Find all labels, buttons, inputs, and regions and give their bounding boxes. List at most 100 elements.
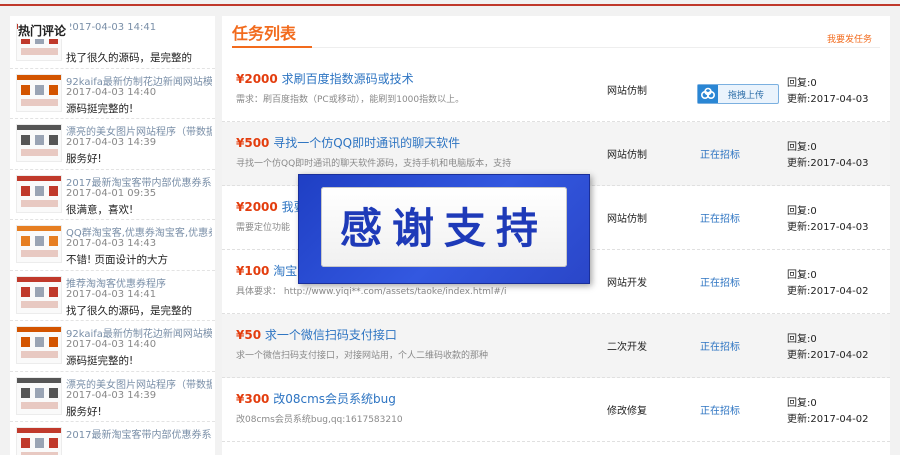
task-row: ¥50 求一个微信扫码支付接口 求一个微信扫码支付接口，对接网站用，个人二维码收款… (222, 314, 890, 378)
comment-text: 很满意，喜欢! (66, 203, 134, 216)
task-description: 具体要求： http://www.yiqi**.com/assets/taoke… (236, 287, 507, 297)
publish-task-link[interactable]: 我要发任务 (827, 32, 872, 45)
task-headline: ¥300 改08cms会员系统bug (236, 390, 396, 407)
comment-source-title[interactable]: 漂亮的美女图片网站程序（带数据 (66, 123, 212, 138)
task-description: 需求：刷百度指数（PC或移动），能刷到1000指数以上。 (236, 95, 465, 105)
comment-text: 不错! 页面设计的大方 (66, 254, 169, 266)
title-divider (312, 47, 880, 48)
task-title-link[interactable]: 求一个微信扫码支付接口 (265, 328, 397, 342)
thanks-banner: 感谢支持 (298, 174, 590, 284)
page-title: 任务列表 (232, 24, 297, 43)
comment-source-title[interactable]: 2017-04-03 14:41 (66, 22, 212, 33)
task-title-link[interactable]: 淘宝 (273, 264, 297, 278)
hot-comments-sidebar: 2017-04-03 14:41 找了很久的源码，是完整的 92kaifa最新仿制花… (10, 16, 215, 455)
task-category: 网站仿制 (607, 214, 647, 225)
task-title-link[interactable]: 寻找一个仿QQ即时通讯的聊天软件 (273, 136, 460, 150)
task-updated: 更新:2017-04-03 (787, 94, 869, 105)
task-description: 需要定位功能 (236, 223, 291, 233)
task-row: ¥300 改08cms会员系统bug 改08cms会员系统bug,qq:16175… (222, 378, 890, 442)
comment-text: 源码挺完整的! (66, 355, 134, 367)
comment-date: 2017-04-03 14:40 (66, 86, 157, 98)
comment-source-title[interactable]: 92kaifa最新仿制花边新闻网站模板 (66, 73, 212, 88)
comment-thumbnail[interactable] (16, 174, 62, 213)
comment-thumbnail[interactable] (16, 326, 62, 364)
comment-thumbnail[interactable] (16, 73, 62, 112)
sidebar-title: 热门评论 (18, 22, 71, 39)
comment-source-title[interactable]: 2017最新淘宝客带内部优惠券系统 (66, 426, 212, 441)
comment-thumbnail[interactable] (16, 427, 62, 455)
upload-label: 拖拽上传 (728, 91, 765, 101)
comment-date: 2017-04-03 14:39 (66, 389, 157, 401)
task-title-link[interactable]: 求刷百度指数源码或技术 (282, 72, 414, 86)
comment-text: 找了很久的源码，是完整的 (66, 52, 192, 64)
task-replies: 回复:0 (787, 270, 817, 281)
comment-date: 2017-04-03 14:39 (66, 137, 157, 148)
comment-item[interactable]: 2017最新淘宝客带内部优惠券系统 (10, 422, 215, 455)
comment-date: 2017-04-01 09:35 (66, 187, 157, 199)
comment-item[interactable]: 漂亮的美女图片网站程序（带数据 2017-04-03 14:39 服务好! (10, 372, 215, 422)
task-row: ¥2000 求刷百度指数源码或技术需求：刷百度指数（PC或移动），能刷到1000… (222, 58, 890, 122)
top-red-line (0, 4, 900, 6)
task-headline: ¥500 寻找一个仿QQ即时通讯的聊天软件 (236, 134, 460, 151)
comment-item[interactable]: 推荐淘淘客优惠券程序 2017-04-03 14:41 找了很久的源码，是完整的 (10, 271, 215, 321)
comment-date: 2017-04-03 14:41 (66, 288, 157, 300)
cloud-icon (698, 85, 718, 103)
comment-source-title[interactable]: 推荐淘淘客优惠券程序 (66, 275, 212, 290)
task-status-link[interactable]: 正在招标 (700, 402, 740, 417)
comment-text: 服务好! (66, 405, 102, 418)
task-replies: 回复:0 (787, 142, 817, 153)
comment-date: 2017-04-03 14:43 (66, 238, 157, 249)
comment-source-title[interactable]: 漂亮的美女图片网站程序（带数据 (66, 376, 212, 391)
task-title-link[interactable]: 改08cms会员系统bug (273, 392, 396, 406)
task-headline: ¥100 淘宝 (236, 262, 297, 279)
task-replies: 回复:0 (787, 206, 817, 217)
task-replies: 回复:0 (787, 334, 817, 345)
task-updated: 更新:2017-04-02 (787, 286, 869, 297)
thanks-banner-panel: 感谢支持 (321, 187, 567, 267)
comment-thumbnail[interactable] (16, 376, 62, 415)
task-category: 网站仿制 (607, 150, 647, 161)
task-price: ¥500 (236, 136, 270, 150)
task-category: 修改修复 (607, 406, 647, 417)
comment-item[interactable]: 漂亮的美女图片网站程序（带数据 2017-04-03 14:39 服务好! (10, 119, 215, 170)
task-headline: ¥2000 我要 (236, 198, 306, 215)
comment-item[interactable]: 92kaifa最新仿制花边新闻网站模板 2017-04-03 14:40 源码挺完整… (10, 321, 215, 372)
task-category: 网站开发 (607, 278, 647, 289)
task-updated: 更新:2017-04-02 (787, 414, 869, 425)
task-description: 改08cms会员系统bug,qq:1617583210 (236, 415, 403, 425)
task-price: ¥100 (236, 264, 270, 278)
comment-source-title[interactable]: 2017最新淘宝客带内部优惠券系统 (66, 174, 212, 189)
task-price: ¥50 (236, 328, 262, 342)
task-price: ¥2000 (236, 200, 278, 214)
comment-text: 源码挺完整的! (66, 102, 134, 115)
comment-item[interactable]: 2017最新淘宝客带内部优惠券系统 2017-04-01 09:35 很满意，喜欢! (10, 170, 215, 220)
task-replies: 回复:0 (787, 78, 817, 89)
comment-thumbnail[interactable] (16, 124, 62, 162)
task-updated: 更新:2017-04-03 (787, 222, 869, 233)
comment-text: 服务好! (66, 153, 102, 165)
comment-item[interactable]: QQ群淘宝客,优惠券淘宝客,优惠券 2017-04-03 14:43 不错! 页面设… (10, 220, 215, 271)
task-status-link[interactable]: 正在招标 (700, 146, 740, 161)
task-updated: 更新:2017-04-03 (787, 158, 869, 169)
task-status-link[interactable]: 正在招标 (700, 338, 740, 353)
comment-date: 2017-04-03 14:40 (66, 339, 157, 350)
task-headline: ¥50 求一个微信扫码支付接口 (236, 326, 397, 343)
task-price: ¥2000 (236, 72, 278, 86)
comment-source-title[interactable]: 92kaifa最新仿制花边新闻网站模板 (66, 325, 212, 340)
task-description: 寻找一个仿QQ即时通讯的聊天软件源码，支持手机和电脑版本，支持 (236, 159, 512, 169)
thanks-banner-text: 感谢支持 (339, 204, 548, 253)
task-replies: 回复:0 (787, 398, 817, 409)
task-headline: ¥2000 求刷百度指数源码或技术 (236, 70, 414, 87)
comment-thumbnail[interactable] (16, 225, 62, 263)
task-status-link[interactable]: 正在招标 (700, 210, 740, 225)
comment-source-title[interactable]: QQ群淘宝客,优惠券淘宝客,优惠券 (66, 224, 212, 239)
task-updated: 更新:2017-04-02 (787, 350, 869, 361)
comment-item[interactable]: 92kaifa最新仿制花边新闻网站模板 2017-04-03 14:40 源码挺完整… (10, 69, 215, 119)
comment-thumbnail[interactable] (16, 275, 62, 314)
task-status-link[interactable]: 正在招标 (700, 274, 740, 289)
title-underline (232, 46, 312, 48)
comment-text: 找了很久的源码，是完整的 (66, 304, 192, 317)
task-category: 二次开发 (607, 342, 647, 353)
comment-list: 2017-04-03 14:41 找了很久的源码，是完整的 92kaifa最新仿制花… (10, 18, 215, 455)
drag-upload-button[interactable]: 拖拽上传 (697, 84, 779, 104)
